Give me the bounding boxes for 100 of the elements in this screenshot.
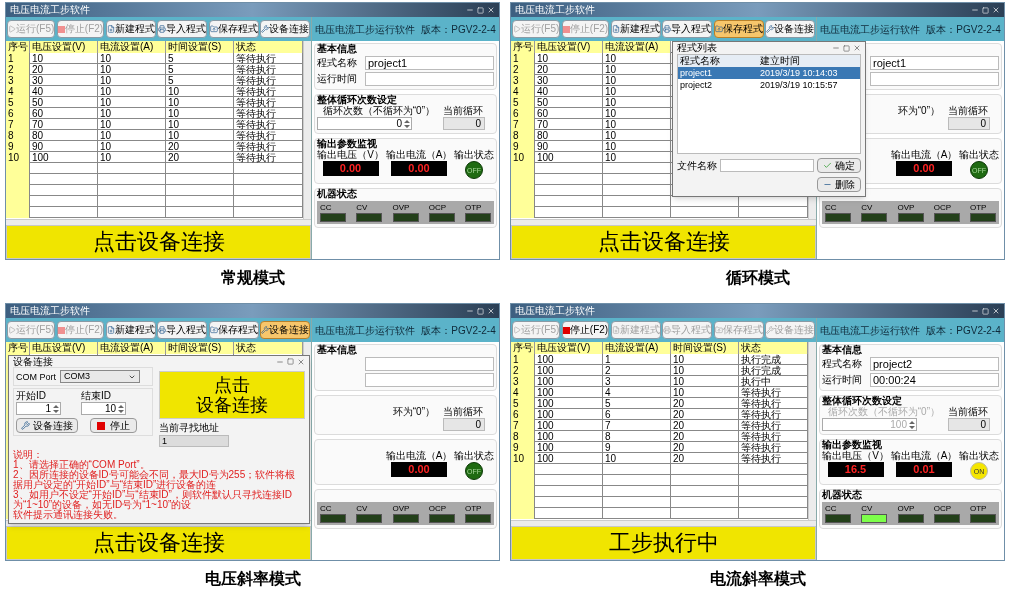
column-header: 状态 <box>234 41 303 53</box>
scrollbar[interactable] <box>6 219 311 225</box>
scrollbar[interactable] <box>511 520 816 526</box>
spin-field[interactable]: 10 <box>81 402 126 415</box>
note-text: 软件提示通讯连接失败。 <box>13 510 123 520</box>
window-title: 电压电流工步软件 <box>10 5 90 15</box>
maximize-icon[interactable] <box>843 44 850 52</box>
text-field[interactable] <box>365 357 494 371</box>
led-label: OCP <box>933 203 953 212</box>
text-field[interactable] <box>365 72 494 86</box>
spinner-arrows-icon[interactable] <box>404 118 410 129</box>
close-icon[interactable] <box>297 357 305 366</box>
text-field[interactable]: roject1 <box>870 56 999 70</box>
table-cell: 10 <box>166 119 234 130</box>
stop-button[interactable]: 停止 <box>90 418 137 433</box>
spinner-arrows-icon[interactable] <box>53 403 59 414</box>
table-cell: 30 <box>535 75 603 86</box>
row-header: 1 <box>6 53 30 64</box>
delete-button[interactable]: 删除 <box>817 177 861 192</box>
connect-button[interactable]: 设备连接 <box>16 418 78 433</box>
minimize-icon[interactable] <box>832 44 840 52</box>
file-name-field[interactable] <box>720 159 814 172</box>
status-banner[interactable]: 工步执行中 <box>511 526 816 560</box>
toolbar-button[interactable]: 新建程式 <box>610 20 661 38</box>
play-icon <box>8 326 16 334</box>
table-cell: 10 <box>30 53 98 64</box>
text-field[interactable]: project2 <box>870 357 999 371</box>
ok-button[interactable]: 确定 <box>817 158 861 173</box>
field-label: 输出状态 <box>959 451 999 461</box>
play-icon <box>8 25 16 33</box>
column-header: 序号 <box>6 41 30 53</box>
minimize-icon[interactable] <box>466 6 474 14</box>
maximize-icon[interactable] <box>287 358 294 365</box>
status-banner[interactable]: 点击设备连接 <box>511 225 816 259</box>
table-cell: 20 <box>671 409 739 420</box>
scrollbar[interactable] <box>808 342 816 520</box>
table-cell: 10 <box>603 64 671 75</box>
status-banner[interactable]: 点击设备连接 <box>6 526 311 560</box>
port-select[interactable]: COM3 <box>60 370 140 383</box>
stop-icon <box>57 25 65 33</box>
toolbar-button[interactable]: 保存程式 <box>208 20 259 38</box>
row-header: 10 <box>6 152 30 163</box>
toolbar-button[interactable]: 导入程式 <box>157 321 208 339</box>
status-banner[interactable]: 点击设备连接 <box>6 225 311 259</box>
table-cell: 50 <box>535 97 603 108</box>
row-header: 5 <box>6 97 30 108</box>
toolbar-button[interactable]: 保存程式 <box>208 321 259 339</box>
minimize-icon[interactable] <box>466 307 474 315</box>
toolbar-button[interactable]: 保存程式 <box>713 20 764 38</box>
toolbar-button[interactable]: 设备连接 <box>764 20 815 38</box>
row-header: 3 <box>511 75 535 86</box>
group-title: 基本信息 <box>317 344 357 355</box>
text-field[interactable]: 00:00:24 <box>870 373 999 387</box>
spinner-arrows-icon[interactable] <box>118 403 124 414</box>
scrollbar[interactable] <box>303 41 311 219</box>
window-title: 电压电流工步软件 <box>515 5 595 15</box>
toolbar-button[interactable]: 新建程式 <box>105 321 156 339</box>
toolbar-button[interactable]: 导入程式 <box>662 20 713 38</box>
table-cell: 60 <box>30 108 98 119</box>
field-label: 输出电流（A） <box>890 451 958 461</box>
text-field[interactable] <box>365 373 494 387</box>
row-header: 4 <box>511 86 535 97</box>
table-cell: 50 <box>30 97 98 108</box>
toolbar-button[interactable]: 设备连接 <box>259 20 310 38</box>
row-header: 9 <box>511 141 535 152</box>
connect-prompt[interactable]: 点击 设备连接 <box>159 371 305 419</box>
table-cell: 100 <box>535 387 603 398</box>
table-cell: 10 <box>671 354 739 365</box>
spin-field[interactable]: 0 <box>317 117 412 130</box>
toolbar-button[interactable]: 导入程式 <box>157 20 208 38</box>
digital-display: 0.00 <box>322 161 379 176</box>
list-item[interactable]: project2 2019/3/19 10:15:57 <box>678 79 860 91</box>
toolbar-button[interactable]: 停止(F2) <box>561 321 610 339</box>
minimize-icon[interactable] <box>971 6 979 14</box>
row-header: 1 <box>511 53 535 64</box>
table-cell: 5 <box>166 53 234 64</box>
table-cell: 100 <box>535 398 603 409</box>
table-cell: 10 <box>603 152 671 163</box>
group-title: 机器状态 <box>317 188 357 199</box>
toolbar-button[interactable]: 设备连接 <box>259 321 310 339</box>
spin-field[interactable]: 1 <box>16 402 61 415</box>
list-item[interactable]: project1 2019/3/19 10:14:03 <box>678 67 860 79</box>
table-cell: 20 <box>166 152 234 163</box>
column-header: 电流设置(A) <box>98 41 166 53</box>
readout-field: 0 <box>443 117 485 130</box>
caption: 常规模式 <box>220 270 285 286</box>
wrench-icon <box>21 421 30 430</box>
minimize-icon[interactable] <box>971 307 979 315</box>
led-label: OVP <box>392 203 411 212</box>
text-field[interactable]: project1 <box>365 56 494 70</box>
table-cell: 20 <box>30 64 98 75</box>
table-cell: 5 <box>166 64 234 75</box>
toolbar-button[interactable]: 新建程式 <box>105 20 156 38</box>
led-label: CC <box>320 203 333 212</box>
table-cell: 100 <box>535 152 603 163</box>
scrollbar[interactable] <box>511 219 816 225</box>
close-icon[interactable] <box>853 44 861 52</box>
text-field[interactable] <box>870 72 999 86</box>
row-header: 9 <box>6 141 30 152</box>
led-label: CV <box>356 203 369 212</box>
